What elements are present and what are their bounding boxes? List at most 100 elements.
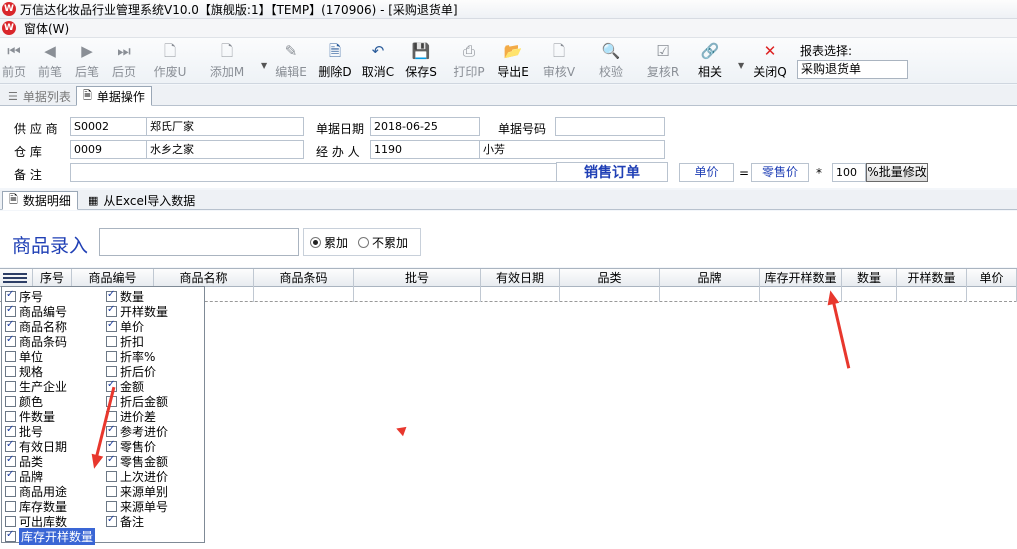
- no-accumulate-radio[interactable]: [358, 236, 370, 248]
- toolbar-button-7[interactable]: 🗎 删除D: [318, 41, 352, 81]
- column-option[interactable]: 序号: [5, 289, 43, 304]
- accumulate-radio[interactable]: [310, 236, 321, 248]
- handler-code-field[interactable]: 1190: [370, 140, 480, 159]
- toolbar-button-10[interactable]: ⎙ 打印P: [452, 41, 486, 81]
- tab-data-detail[interactable]: 🗎 数据明细: [2, 191, 78, 210]
- checkbox-icon[interactable]: [5, 304, 16, 317]
- checkbox-icon[interactable]: [106, 486, 117, 497]
- column-header[interactable]: 品类: [560, 269, 660, 287]
- table-cell[interactable]: [560, 287, 660, 302]
- toolbar-button-8[interactable]: ↶ 取消C: [361, 41, 395, 81]
- supplier-code-field[interactable]: S0002: [70, 117, 147, 136]
- column-option[interactable]: 零售价: [106, 439, 156, 454]
- toolbar-button-15[interactable]: 🔗 相关: [697, 41, 723, 81]
- toolbar-button-1[interactable]: ◀ 前笔: [36, 41, 64, 81]
- table-cell[interactable]: [660, 287, 760, 302]
- column-header[interactable]: 商品编号: [72, 269, 154, 287]
- product-entry-input[interactable]: [99, 228, 299, 256]
- checkbox-icon[interactable]: [5, 351, 16, 362]
- checkbox-icon[interactable]: [106, 439, 117, 452]
- tab-document-operation[interactable]: 🗎 单据操作: [76, 86, 152, 106]
- checkbox-icon[interactable]: [106, 514, 117, 527]
- checkbox-icon[interactable]: [5, 501, 16, 512]
- column-header[interactable]: 商品条码: [254, 269, 354, 287]
- toolbar-button-2[interactable]: ▶ 后笔: [74, 41, 100, 81]
- toolbar-button-6[interactable]: ✎ 编辑E: [274, 41, 308, 81]
- column-option[interactable]: 可出库数: [5, 514, 67, 529]
- checkbox-icon[interactable]: [106, 454, 117, 467]
- column-header[interactable]: 单价: [967, 269, 1017, 287]
- checkbox-icon[interactable]: [106, 471, 117, 482]
- checkbox-icon[interactable]: [106, 351, 117, 362]
- checkbox-icon[interactable]: [106, 289, 117, 302]
- column-option[interactable]: 颜色: [5, 394, 43, 409]
- checkbox-icon[interactable]: [5, 289, 16, 302]
- date-field[interactable]: 2018-06-25: [370, 117, 480, 136]
- warehouse-code-field[interactable]: 0009: [70, 140, 147, 159]
- column-header[interactable]: 开样数量: [897, 269, 967, 287]
- column-chooser-button[interactable]: [0, 269, 33, 287]
- column-option[interactable]: 有效日期: [5, 439, 67, 454]
- accumulate-radio-label[interactable]: 累加: [324, 234, 348, 251]
- column-option[interactable]: 来源单号: [106, 499, 168, 514]
- column-option[interactable]: 品牌: [5, 469, 43, 484]
- column-option[interactable]: 批号: [5, 424, 43, 439]
- column-header[interactable]: 库存开样数量: [760, 269, 842, 287]
- column-option[interactable]: 规格: [5, 364, 43, 379]
- add-dropdown-caret-icon[interactable]: ▼: [261, 61, 267, 70]
- handler-name-field[interactable]: 小芳: [479, 140, 665, 159]
- column-option[interactable]: 参考进价: [106, 424, 168, 439]
- checkbox-icon[interactable]: [5, 366, 16, 377]
- checkbox-icon[interactable]: [5, 319, 16, 332]
- toolbar-button-14[interactable]: ☑ 复核R: [646, 41, 680, 81]
- column-option[interactable]: 折扣: [106, 334, 144, 349]
- menu-window[interactable]: 窗体(W): [20, 20, 73, 37]
- docno-field[interactable]: [555, 117, 665, 136]
- checkbox-icon[interactable]: [5, 439, 16, 452]
- toolbar-button-4[interactable]: 🗋 作废U: [153, 41, 187, 81]
- column-option[interactable]: 来源单别: [106, 484, 168, 499]
- price-type-select[interactable]: 零售价: [751, 163, 809, 182]
- toolbar-button-9[interactable]: 💾 保存S: [404, 41, 438, 81]
- column-header[interactable]: 数量: [842, 269, 897, 287]
- checkbox-icon[interactable]: [106, 336, 117, 347]
- checkbox-icon[interactable]: [5, 381, 16, 392]
- column-header[interactable]: 品牌: [660, 269, 760, 287]
- warehouse-name-field[interactable]: 水乡之家: [146, 140, 304, 159]
- column-option[interactable]: 进价差: [106, 409, 156, 424]
- checkbox-icon[interactable]: [5, 334, 16, 347]
- checkbox-icon[interactable]: [106, 304, 117, 317]
- column-option[interactable]: 零售金额: [106, 454, 168, 469]
- checkbox-icon[interactable]: [106, 366, 117, 377]
- report-select-input[interactable]: 采购退货单: [797, 60, 908, 79]
- column-header[interactable]: 批号: [354, 269, 481, 287]
- column-option[interactable]: 商品条码: [5, 334, 67, 349]
- table-cell[interactable]: [967, 287, 1017, 302]
- column-option[interactable]: 件数量: [5, 409, 55, 424]
- column-option[interactable]: 单价: [106, 319, 144, 334]
- column-option[interactable]: 折后价: [106, 364, 156, 379]
- column-option[interactable]: 备注: [106, 514, 144, 529]
- checkbox-icon[interactable]: [5, 424, 16, 437]
- column-option[interactable]: 品类: [5, 454, 43, 469]
- column-option[interactable]: 上次进价: [106, 469, 168, 484]
- checkbox-icon[interactable]: [5, 454, 16, 467]
- checkbox-icon[interactable]: [5, 469, 16, 482]
- toolbar-button-5[interactable]: 🗋 添加M: [209, 41, 245, 81]
- toolbar-button-13[interactable]: 🔍 校验: [598, 41, 624, 81]
- supplier-name-field[interactable]: 郑氏厂家: [146, 117, 304, 136]
- no-accumulate-radio-label[interactable]: 不累加: [372, 234, 408, 251]
- column-header[interactable]: 商品名称: [154, 269, 254, 287]
- column-option[interactable]: 数量: [106, 289, 144, 304]
- checkbox-icon[interactable]: [5, 516, 16, 527]
- table-cell[interactable]: [481, 287, 560, 302]
- column-option[interactable]: 折率%: [106, 349, 155, 364]
- related-dropdown-caret-icon[interactable]: ▼: [738, 61, 744, 70]
- column-header[interactable]: 有效日期: [481, 269, 560, 287]
- checkbox-icon[interactable]: [106, 319, 117, 332]
- table-cell[interactable]: [254, 287, 354, 302]
- column-option[interactable]: 生产企业: [5, 379, 67, 394]
- checkbox-icon[interactable]: [5, 411, 16, 422]
- checkbox-icon[interactable]: [5, 396, 16, 407]
- column-option[interactable]: 库存数量: [5, 499, 67, 514]
